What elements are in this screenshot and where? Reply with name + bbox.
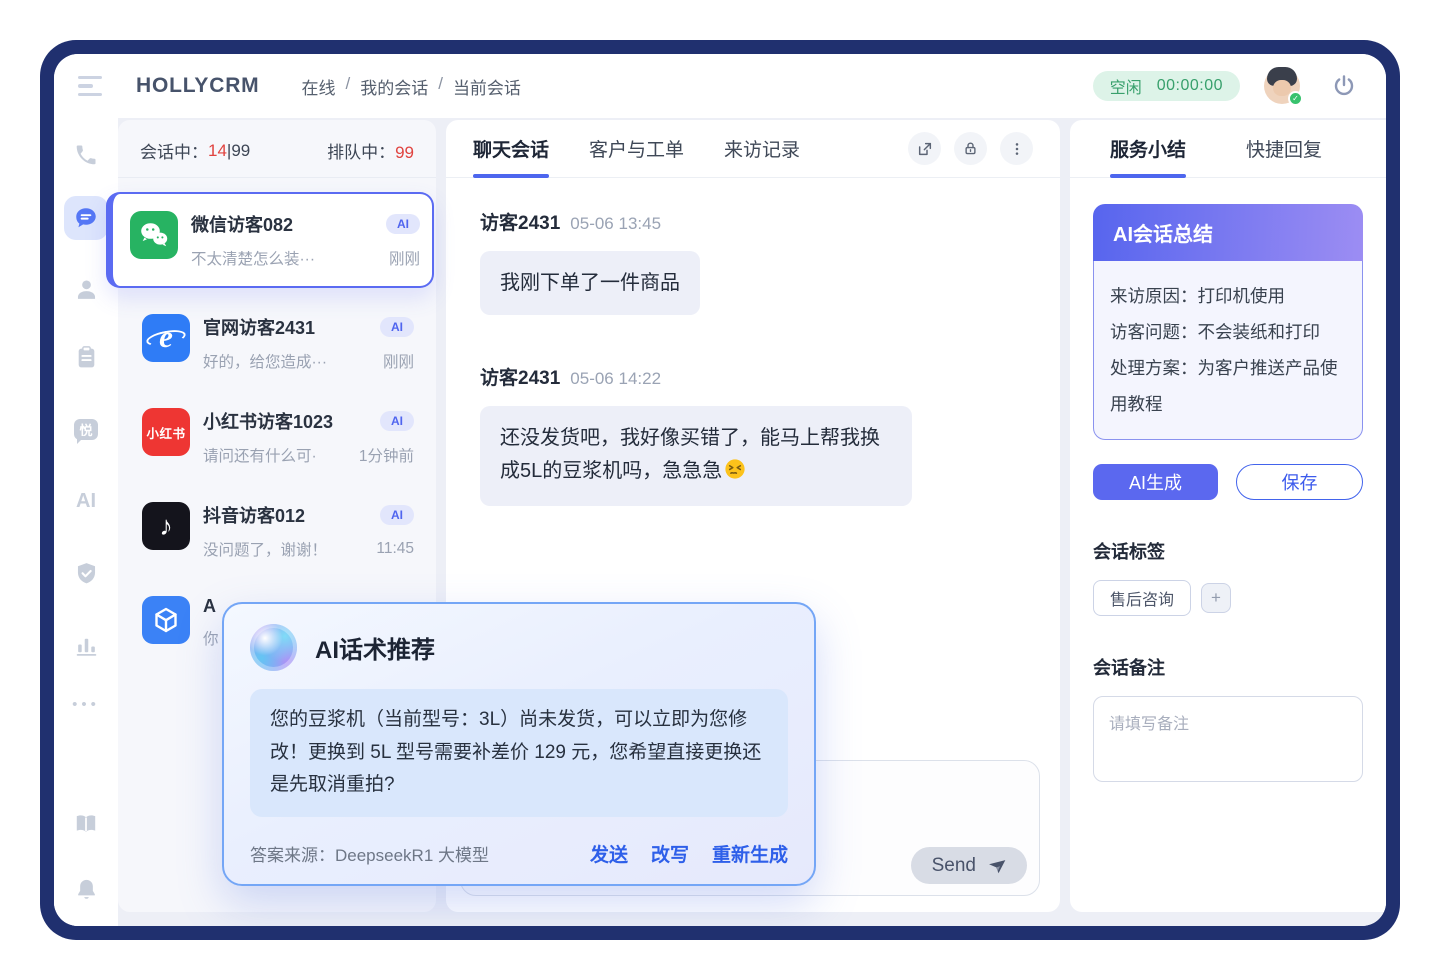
lock-icon[interactable] [954,132,987,165]
tag-after-sales[interactable]: 售后咨询 [1093,580,1191,616]
book-icon[interactable] [73,810,99,836]
message-time: 05-06 14:22 [570,369,661,389]
conversation-preview: 好的，给您造成··· [203,350,375,372]
ai-answer-source: 答案来源：DeepseekR1 大模型 [250,841,489,866]
conversation-time: 刚刚 [383,350,414,372]
ai-badge: AI [380,505,414,525]
avatar[interactable]: ✓ [1264,68,1300,104]
conversation-name: A [203,596,216,617]
share-icon[interactable] [908,132,941,165]
conversation-preview: 请问还有什么可· [203,444,351,466]
summary-tabs: 服务小结 快捷回复 [1070,120,1386,178]
ai-badge: AI [380,317,414,337]
brand-logo: HOLLYCRM [136,74,259,98]
top-header: HOLLYCRM 在线 / 我的会话 / 当前会话 空闲 00:00:00 ✓ [54,54,1386,118]
queue-count: 99 [395,143,414,162]
message-bubble: 还没发货吧，我好像买错了，能马上帮我换成5L的豆浆机吗，急急急 [480,406,912,506]
bell-icon[interactable] [73,876,99,902]
active-count: 14 [208,141,227,161]
status-timer: 00:00:00 [1157,77,1223,95]
kebab-menu-icon[interactable] [1000,132,1033,165]
conversation-item-xiaohongshu[interactable]: 小红书 小红书访客1023 AI 请问还有什么可· 1分钟前 [130,390,424,484]
conversation-time: 刚刚 [389,247,420,269]
regenerate-link[interactable]: 重新生成 [712,840,788,867]
shield-check-icon[interactable] [73,560,99,586]
phone-icon[interactable] [73,142,99,168]
ai-suggestion-popup: AI话术推荐 您的豆浆机（当前型号：3L）尚未发货，可以立即为您修改！更换到 5… [222,602,816,886]
conversation-name: 官网访客2431 [203,314,315,340]
session-notes-input[interactable] [1093,696,1363,782]
conversation-list: 微信访客082 AI 不太清楚怎么装··· 刚刚 e [118,178,436,667]
ai-summary-card: AI会话总结 来访原因：打印机使用 访客问题：不会装纸和打印 处理方案：为客户推… [1093,204,1363,440]
bar-chart-icon[interactable] [73,632,99,658]
ai-badge: AI [380,411,414,431]
message-bubble: 我刚下单了一件商品 [480,251,700,315]
browser-icon: e [142,314,190,362]
conversation-stats: 会话中：14|99 排队中：99 [118,120,436,178]
breadcrumb-item-current-session[interactable]: 当前会话 [453,74,521,99]
message-group: 访客2431 05-06 14:22 还没发货吧，我好像买错了，能马上帮我换成5… [480,363,1026,506]
chat-nav-active[interactable] [64,196,108,240]
add-tag-button[interactable]: + [1201,583,1231,613]
ai-popup-title: AI话术推荐 [315,630,435,665]
douyin-icon: ♪ [142,502,190,550]
crm-app: HOLLYCRM 在线 / 我的会话 / 当前会话 空闲 00:00:00 ✓ [54,54,1386,926]
conversation-time: 11:45 [376,540,414,558]
conversation-name: 微信访客082 [191,211,293,237]
ai-summary-title: AI会话总结 [1093,204,1363,261]
confounded-emoji-icon [724,458,746,490]
summary-line: 来访原因：打印机使用 [1110,279,1346,315]
conversation-time: 1分钟前 [359,444,414,466]
ai-summary-content: 来访原因：打印机使用 访客问题：不会装纸和打印 处理方案：为客户推送产品使用教程 [1093,261,1363,440]
service-summary-panel: 服务小结 快捷回复 AI会话总结 来访原因：打印机使用 访客问题：不会装纸和打印… [1070,120,1386,912]
menu-icon[interactable] [78,76,102,97]
message-sender: 访客2431 [480,208,560,235]
conversation-name: 抖音访客012 [203,502,305,528]
conversation-item-web[interactable]: e 官网访客2431 AI 好的，给您造成··· 刚刚 [130,296,424,390]
tab-chat-session[interactable]: 聊天会话 [473,120,549,177]
message-sender: 访客2431 [480,363,560,390]
tab-quick-replies[interactable]: 快捷回复 [1246,120,1322,177]
ai-generate-button[interactable]: AI生成 [1093,464,1218,500]
conversation-preview: 没问题了，谢谢！ [203,538,368,560]
xiaohongshu-icon: 小红书 [142,408,190,456]
status-label: 空闲 [1110,74,1142,98]
chat-tabs: 聊天会话 客户与工单 来访记录 [446,120,1060,178]
paper-plane-icon [985,854,1008,877]
clipboard-icon[interactable] [73,344,99,370]
message-group: 访客2431 05-06 13:45 我刚下单了一件商品 [480,208,1026,315]
summary-line: 访客问题：不会装纸和打印 [1110,315,1346,351]
conversation-item-wechat[interactable]: 微信访客082 AI 不太清楚怎么装··· 刚刚 [106,192,434,288]
session-tags-title: 会话标签 [1093,538,1363,564]
conversation-item-douyin[interactable]: ♪ 抖音访客012 AI 没问题了，谢谢！ 11:45 [130,484,424,578]
send-suggestion-link[interactable]: 发送 [590,840,628,867]
rewrite-link[interactable]: 改写 [651,840,689,867]
breadcrumb: 在线 / 我的会话 / 当前会话 [301,74,520,99]
conversation-name: 小红书访客1023 [203,408,333,434]
conversation-preview: 不太清楚怎么装··· [191,247,381,269]
message-time: 05-06 13:45 [570,214,661,234]
wechat-icon [130,211,178,259]
ai-badge: AI [386,214,420,234]
yue-bubble-icon[interactable]: 悦 [73,416,99,442]
tab-customer-ticket[interactable]: 客户与工单 [589,120,684,177]
contacts-icon[interactable] [73,276,99,302]
breadcrumb-item-my-sessions[interactable]: 我的会话 [360,74,428,99]
ellipsis-icon[interactable]: ••• [72,696,100,713]
agent-status-badge[interactable]: 空闲 00:00:00 [1093,71,1240,101]
ai-suggestion-text: 您的豆浆机（当前型号：3L）尚未发货，可以立即为您修改！更换到 5L 型号需要补… [250,689,788,817]
summary-line: 处理方案：为客户推送产品使用教程 [1110,351,1346,423]
breadcrumb-item-online[interactable]: 在线 [301,74,335,99]
send-button[interactable]: Send [911,847,1027,884]
session-notes-title: 会话备注 [1093,654,1363,680]
power-icon[interactable] [1330,72,1358,100]
online-check-icon: ✓ [1288,91,1303,106]
save-button[interactable]: 保存 [1236,464,1363,500]
app-window-frame: HOLLYCRM 在线 / 我的会话 / 当前会话 空闲 00:00:00 ✓ [40,40,1400,940]
ai-orb-icon [250,624,297,671]
ai-nav-icon[interactable]: AI [73,488,99,514]
cube-app-icon [142,596,190,644]
tab-visit-history[interactable]: 来访记录 [724,120,800,177]
tab-service-summary[interactable]: 服务小结 [1110,120,1186,177]
